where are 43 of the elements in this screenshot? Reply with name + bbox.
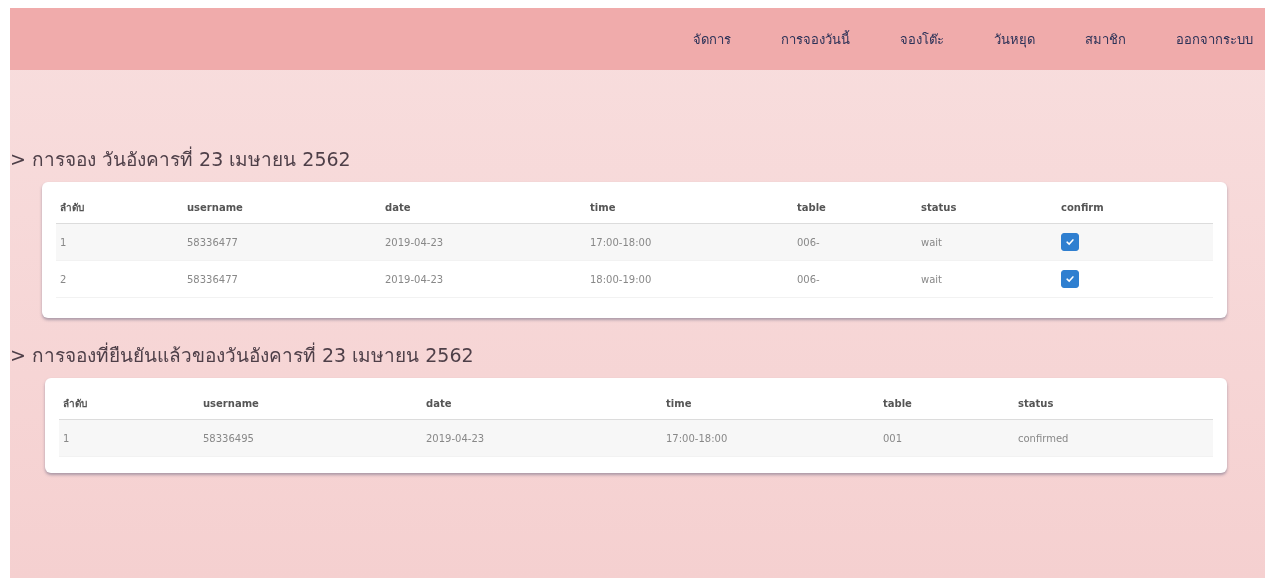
nav-link[interactable]: การจองวันนี้ — [781, 28, 850, 50]
nav-link[interactable]: วันหยุด — [994, 28, 1035, 50]
nav-link[interactable]: จองโต๊ะ — [900, 28, 944, 50]
table-cell-text: 2019-04-23 — [385, 273, 445, 285]
check-icon — [1065, 237, 1075, 247]
nav-link[interactable]: สมาชิก — [1085, 28, 1126, 50]
table-cell-text: 58336477 — [187, 273, 239, 285]
column-header: status — [921, 202, 958, 213]
table-cell-text: 18:00-19:00 — [590, 273, 653, 285]
table-cell-text: 1 — [63, 432, 71, 444]
table-cell-text: 006- — [797, 273, 821, 285]
section-heading: > การจอง วันอังคารที่ 23 เมษายน 2562 — [10, 145, 352, 172]
table-cell-text: 2019-04-23 — [385, 236, 445, 248]
table-cell-text: 006- — [797, 236, 821, 248]
table-cell-text: 17:00-18:00 — [590, 236, 653, 248]
table-cell-text: 1 — [60, 236, 68, 248]
table-cell-text: 58336477 — [187, 236, 239, 248]
table-cell-text: 001 — [883, 432, 904, 444]
table-cell-text: 58336495 — [203, 432, 255, 444]
column-header: table — [797, 202, 827, 213]
column-header: ลำดับ — [63, 397, 88, 411]
column-header: time — [590, 202, 617, 213]
column-header: ลำดับ — [60, 201, 85, 215]
check-icon — [1065, 274, 1075, 284]
column-header: username — [203, 398, 260, 409]
checkbox[interactable] — [1061, 270, 1079, 288]
section-heading: > การจองที่ยืนยันแล้วของวันอังคารที่ 23 เมษายน 2562 — [10, 341, 475, 368]
column-header: date — [385, 202, 412, 213]
table-cell-text: confirmed — [1018, 432, 1070, 444]
nav-link[interactable]: จัดการ — [693, 28, 731, 50]
column-header: time — [666, 398, 693, 409]
table-cell-text: 17:00-18:00 — [666, 432, 729, 444]
column-header: date — [426, 398, 453, 409]
nav-link[interactable]: ออกจากระบบ — [1176, 28, 1253, 50]
table-cell-text: wait — [921, 273, 943, 285]
table-cell-text: wait — [921, 236, 943, 248]
table-cell-text: 2019-04-23 — [426, 432, 486, 444]
column-header: table — [883, 398, 913, 409]
column-header: status — [1018, 398, 1055, 409]
column-header: confirm — [1061, 202, 1105, 213]
table-cell-text: 2 — [60, 273, 68, 285]
column-header: username — [187, 202, 244, 213]
checkbox[interactable] — [1061, 233, 1079, 251]
